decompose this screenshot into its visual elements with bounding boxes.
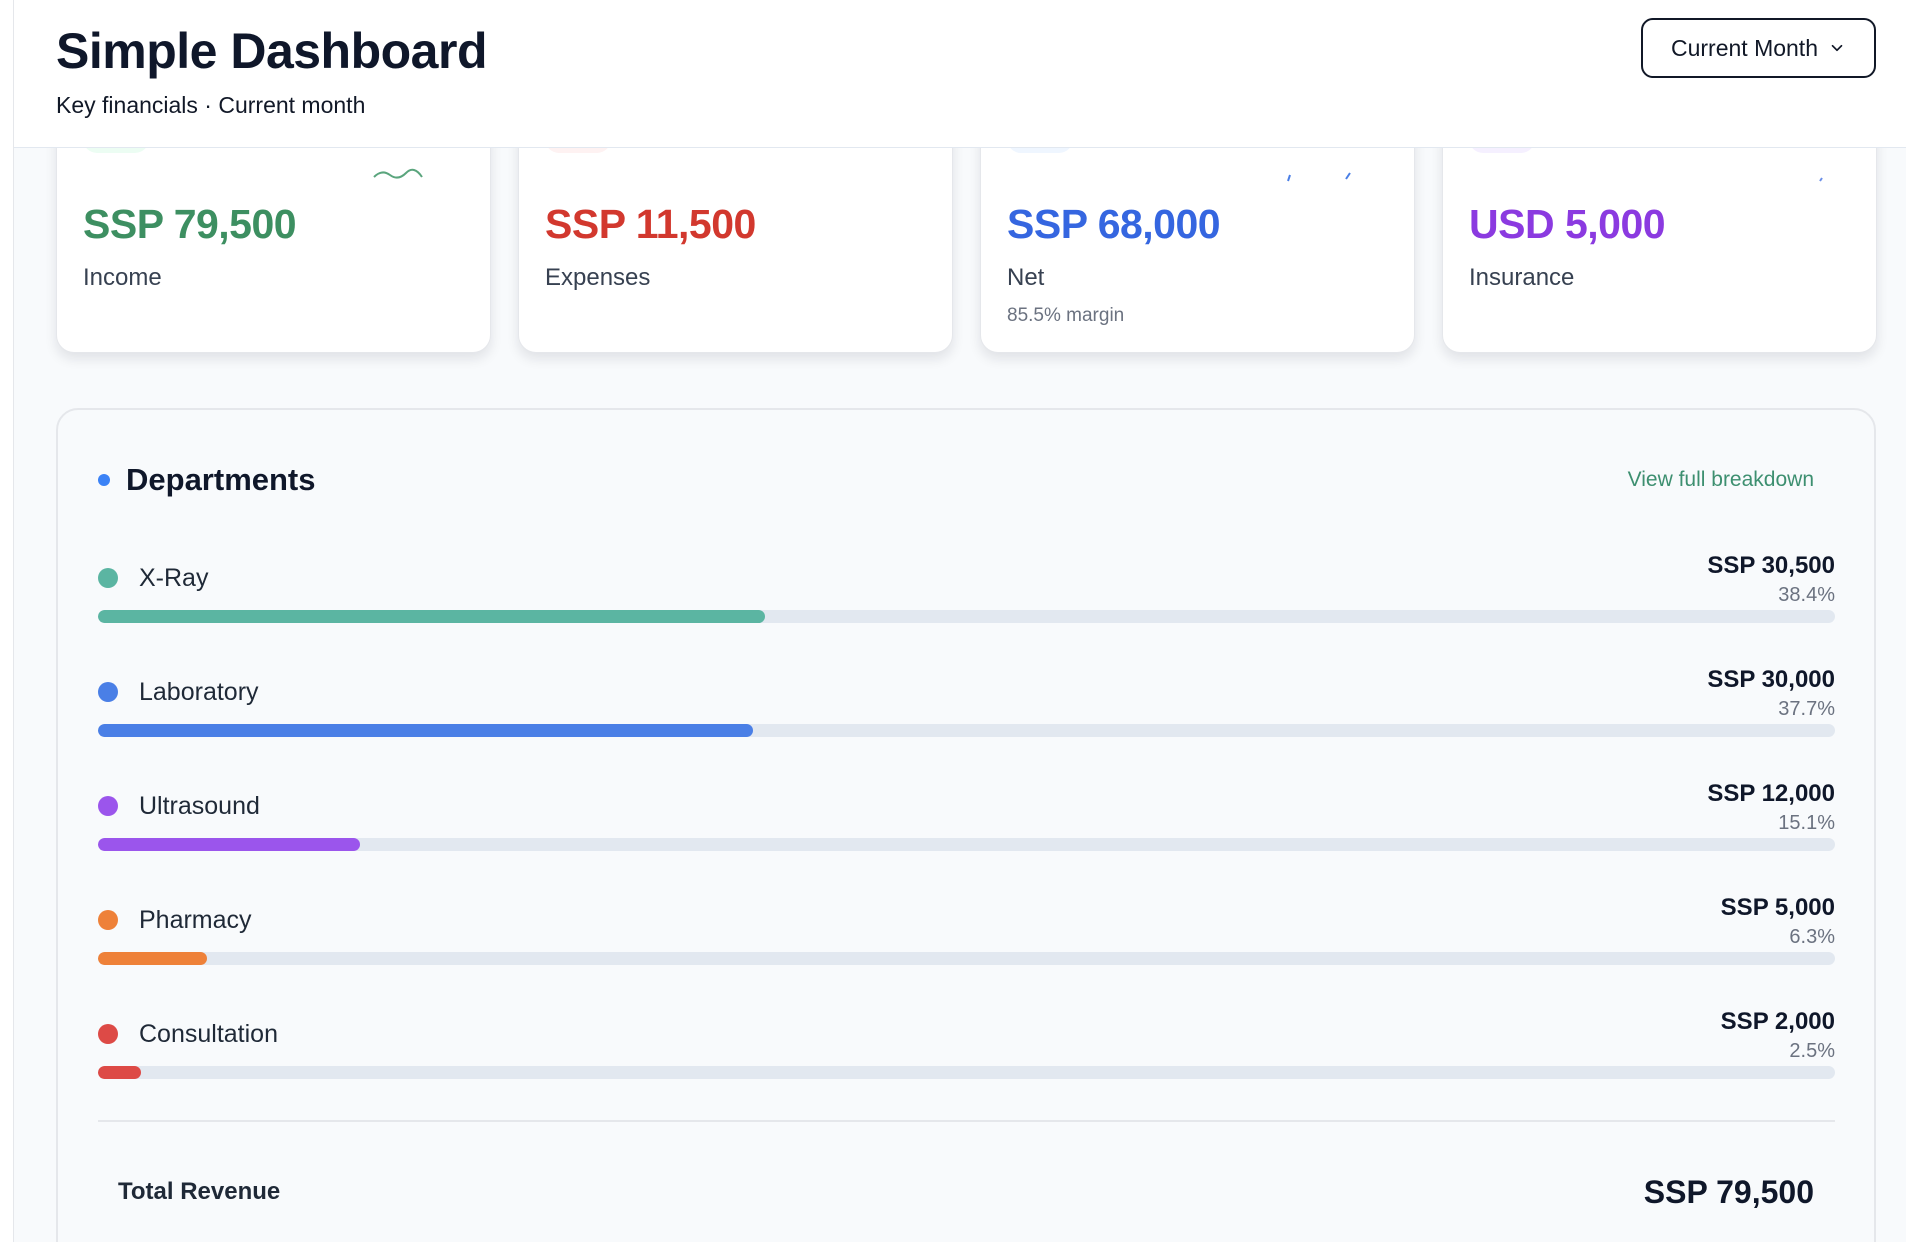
department-row[interactable]: Consultation SSP 2,000 2.5% xyxy=(98,1008,1835,1094)
departments-panel: Departments View full breakdown X-Ray SS… xyxy=(56,408,1876,1242)
department-progress-track xyxy=(98,1066,1835,1079)
page-subtitle: Key financials · Current month xyxy=(56,92,366,118)
department-percent: 38.4% xyxy=(1778,584,1835,606)
dashboard-page: Simple Dashboard Key financials · Curren… xyxy=(0,0,1906,1242)
department-amount: SSP 30,500 xyxy=(1707,552,1835,579)
department-percent: 2.5% xyxy=(1789,1040,1835,1062)
insurance-sparkline xyxy=(1819,177,1823,182)
insurance-card: USD 5,000 Insurance xyxy=(1442,120,1877,353)
total-revenue-value: SSP 79,500 xyxy=(1643,1174,1814,1210)
period-select-value: Current Month xyxy=(1670,34,1818,61)
net-card: SSP 68,000 Net 85.5% margin xyxy=(980,120,1415,353)
chevron-down-icon xyxy=(1831,44,1843,52)
summary-cards: SSP 79,500 Income SSP 11,500 Expenses SS… xyxy=(56,120,1877,353)
net-label: Net xyxy=(1007,264,1045,291)
department-amount: SSP 5,000 xyxy=(1720,894,1835,921)
department-name: Pharmacy xyxy=(139,906,252,934)
expenses-label: Expenses xyxy=(545,264,651,291)
department-percent: 15.1% xyxy=(1778,812,1835,834)
department-progress-fill xyxy=(98,1066,142,1079)
departments-header: Departments View full breakdown xyxy=(98,460,1814,500)
department-row[interactable]: Ultrasound SSP 12,000 15.1% xyxy=(98,780,1835,866)
department-amount: SSP 12,000 xyxy=(1707,780,1835,807)
department-progress-fill xyxy=(98,952,208,965)
department-color-dot xyxy=(98,910,118,930)
net-margin: 85.5% margin xyxy=(1007,305,1125,326)
department-color-dot xyxy=(98,682,118,702)
department-row[interactable]: Pharmacy SSP 5,000 6.3% xyxy=(98,894,1835,980)
income-card: SSP 79,500 Income xyxy=(56,120,491,353)
insurance-label: Insurance xyxy=(1469,264,1575,291)
period-select[interactable]: Current Month xyxy=(1641,18,1876,78)
expenses-value: SSP 11,500 xyxy=(545,201,756,247)
net-value: SSP 68,000 xyxy=(1007,201,1221,247)
page-header: Simple Dashboard Key financials · Curren… xyxy=(14,0,1906,148)
department-color-dot xyxy=(98,796,118,816)
department-percent: 6.3% xyxy=(1789,926,1835,948)
departments-dot xyxy=(98,474,110,486)
expenses-card: SSP 11,500 Expenses xyxy=(518,120,953,353)
department-progress-fill xyxy=(98,610,765,623)
department-name: Ultrasound xyxy=(139,792,260,820)
department-name: Consultation xyxy=(139,1020,278,1048)
department-name: Laboratory xyxy=(139,678,259,706)
department-color-dot xyxy=(98,568,118,588)
department-row[interactable]: X-Ray SSP 30,500 38.4% xyxy=(98,552,1835,638)
department-progress-track xyxy=(98,724,1835,737)
sidebar-edge xyxy=(0,0,14,1242)
view-full-breakdown-link[interactable]: View full breakdown xyxy=(1628,468,1814,492)
department-percent: 37.7% xyxy=(1778,698,1835,720)
department-progress-track xyxy=(98,952,1835,965)
departments-title: Departments xyxy=(126,462,316,497)
department-name: X-Ray xyxy=(139,564,209,592)
department-progress-fill xyxy=(98,724,753,737)
department-amount: SSP 2,000 xyxy=(1720,1008,1835,1035)
department-progress-fill xyxy=(98,838,361,851)
department-progress-track xyxy=(98,838,1835,851)
insurance-value: USD 5,000 xyxy=(1469,201,1666,247)
department-row[interactable]: Laboratory SSP 30,000 37.7% xyxy=(98,666,1835,752)
income-label: Income xyxy=(83,264,162,291)
department-amount: SSP 30,000 xyxy=(1707,666,1835,693)
department-color-dot xyxy=(98,1024,118,1044)
total-revenue-label: Total Revenue xyxy=(118,1178,281,1205)
page-title: Simple Dashboard xyxy=(56,23,488,79)
income-sparkline xyxy=(373,168,423,179)
net-sparkline xyxy=(1287,172,1351,182)
total-divider xyxy=(98,1120,1835,1122)
department-progress-track xyxy=(98,610,1835,623)
income-value: SSP 79,500 xyxy=(83,201,297,247)
